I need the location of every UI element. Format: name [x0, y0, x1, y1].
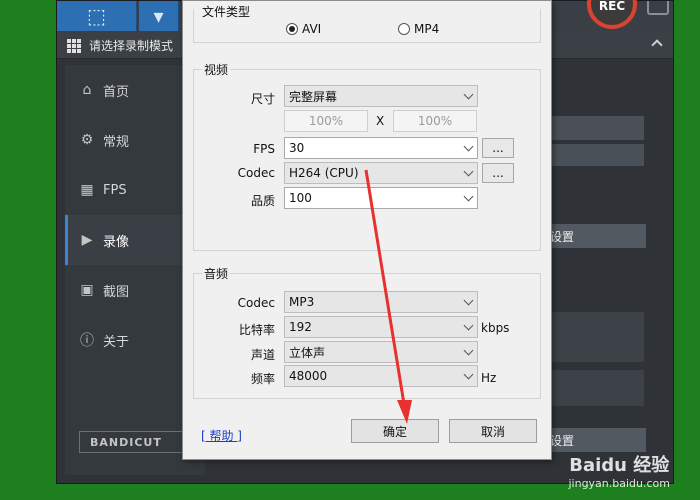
quality-value: 100: [289, 191, 312, 205]
channel-value: 立体声: [289, 345, 326, 360]
image-icon: ▣: [80, 282, 94, 298]
chevron-down-icon: [463, 369, 474, 380]
audio-group-title: 音频: [202, 265, 231, 282]
bitrate-select[interactable]: 192: [284, 316, 478, 338]
height-percent-field[interactable]: 100%: [393, 110, 477, 132]
format-settings-dialog: 文件类型 AVI MP4 视频 尺寸 完整屏幕 100% X 100% FPS …: [182, 0, 552, 460]
sidebar-item-label: 录像: [103, 234, 130, 250]
quality-select[interactable]: 100: [284, 187, 478, 209]
dots-label: ...: [492, 141, 504, 155]
frequency-select[interactable]: 48000: [284, 365, 478, 387]
frequency-label: 频率: [250, 372, 275, 386]
cancel-button-label: 取消: [480, 424, 505, 439]
sidebar-item-label: 首页: [103, 84, 130, 100]
width-percent-field[interactable]: 100%: [284, 110, 368, 132]
x-label: X: [376, 114, 385, 128]
watermark-url: jingyan.baidu.com: [568, 477, 670, 490]
fps-more-button[interactable]: ...: [482, 138, 514, 158]
settings-button-label: 设置: [550, 229, 575, 244]
height-percent-value: 100%: [417, 114, 453, 128]
channel-select[interactable]: 立体声: [284, 341, 478, 363]
chevron-down-icon: [463, 320, 474, 331]
frequency-unit: Hz: [481, 371, 497, 385]
grid-icon: [67, 38, 81, 53]
radio-selected-icon: [286, 23, 298, 35]
size-select[interactable]: 完整屏幕: [284, 85, 478, 107]
settings-button[interactable]: 设置: [540, 428, 646, 452]
sidebar-item-label: FPS: [103, 182, 127, 198]
file-type-group: 文件类型 AVI MP4: [193, 5, 541, 43]
video-codec-value: H264 (CPU): [289, 166, 359, 180]
audio-codec-label: Codec: [237, 296, 275, 310]
bandicut-label: BANDICUT: [90, 435, 162, 449]
rec-label: REC: [598, 0, 626, 13]
settings-button[interactable]: 设置: [540, 224, 646, 248]
audio-codec-select[interactable]: MP3: [284, 291, 478, 313]
bitrate-unit: kbps: [481, 321, 510, 335]
chevron-down-icon: [463, 191, 474, 202]
channel-label: 声道: [250, 348, 275, 362]
bandicut-logo[interactable]: BANDICUT: [79, 431, 191, 453]
gear-icon: ⚙: [80, 132, 94, 148]
dots-label: ...: [492, 166, 504, 180]
info-icon: ⓘ: [80, 333, 94, 349]
watermark-main: Baidu 经验: [569, 455, 670, 476]
sidebar-item-label: 常规: [103, 134, 130, 150]
audio-codec-value: MP3: [289, 295, 315, 309]
baidu-watermark: Baidu 经验 jingyan.baidu.com: [568, 451, 670, 490]
chevron-down-icon: [463, 89, 474, 100]
chevron-down-icon: [463, 166, 474, 177]
mode-dropdown-button[interactable]: ▾: [139, 1, 179, 31]
file-type-title: 文件类型: [202, 5, 251, 19]
bitrate-value: 192: [289, 320, 312, 334]
collapse-icon[interactable]: [651, 39, 663, 51]
rectangle-mode-icon: ⬚: [87, 4, 106, 28]
video-codec-select[interactable]: H264 (CPU): [284, 162, 478, 184]
help-link[interactable]: [ 帮助 ]: [201, 427, 242, 444]
size-value: 完整屏幕: [289, 89, 338, 104]
cancel-button[interactable]: 取消: [449, 419, 537, 443]
sidebar-item-label: 截图: [103, 284, 130, 300]
ok-button[interactable]: 确定: [351, 419, 439, 443]
video-icon: ▶: [81, 232, 93, 248]
chevron-down-icon: [463, 295, 474, 306]
video-codec-label: Codec: [237, 166, 275, 180]
fps-value: 30: [289, 141, 305, 155]
size-label: 尺寸: [250, 92, 275, 106]
home-icon: ⌂: [82, 82, 92, 98]
format-mp4-label: MP4: [414, 22, 440, 36]
settings-button-label: 设置: [550, 433, 575, 448]
sidebar-item-label: 关于: [103, 334, 130, 350]
codec-more-button[interactable]: ...: [482, 163, 514, 183]
width-percent-value: 100%: [308, 114, 344, 128]
mode-bar-title: 请选择录制模式: [89, 39, 174, 53]
frequency-value: 48000: [289, 369, 328, 383]
rectangle-mode-button[interactable]: ⬚: [57, 1, 137, 31]
chevron-down-icon: [463, 345, 474, 356]
video-group-title: 视频: [202, 61, 231, 78]
chevron-down-icon: [463, 141, 474, 152]
fps-select[interactable]: 30: [284, 137, 478, 159]
ok-button-label: 确定: [382, 424, 407, 439]
rec-button[interactable]: REC: [587, 0, 637, 29]
format-avi-label: AVI: [302, 22, 322, 36]
format-avi-radio[interactable]: AVI: [286, 22, 321, 36]
chevron-down-icon: ▾: [153, 4, 164, 28]
camera-icon[interactable]: [647, 1, 669, 15]
bitrate-label: 比特率: [238, 323, 275, 337]
quality-label: 品质: [250, 194, 275, 208]
radio-unselected-icon: [398, 23, 410, 35]
format-mp4-radio[interactable]: MP4: [398, 22, 439, 36]
fps-icon: ▦: [80, 182, 94, 198]
fps-label: FPS: [253, 142, 275, 156]
